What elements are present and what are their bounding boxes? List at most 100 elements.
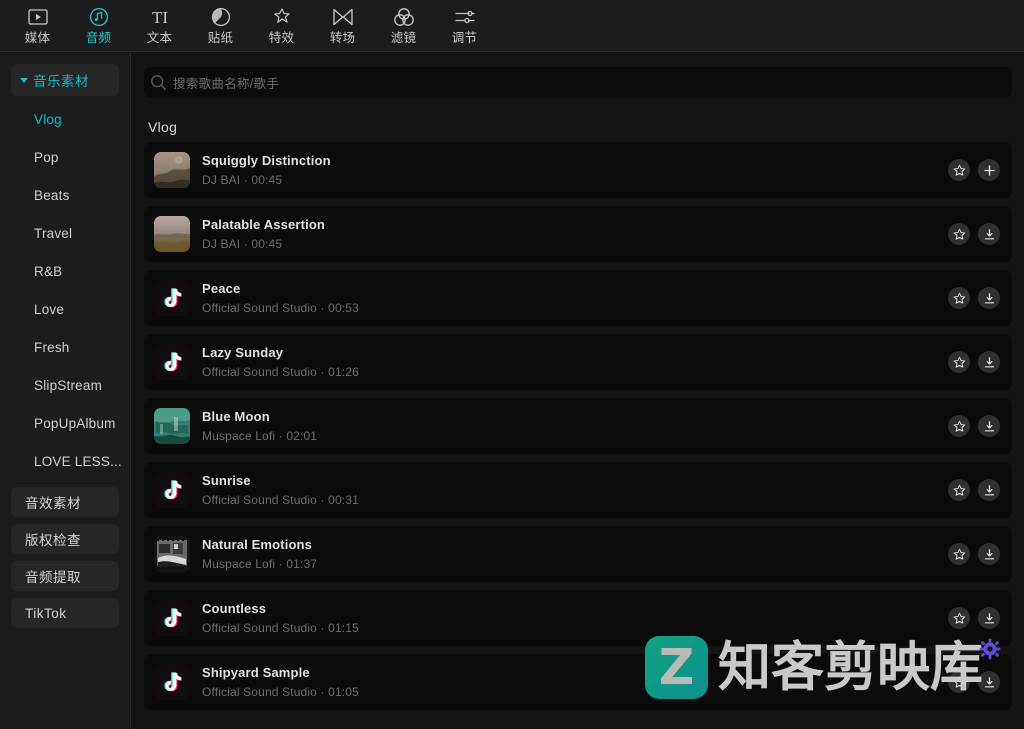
sidebar-item-love-less[interactable]: LOVE LESS... (0, 442, 130, 480)
star-icon[interactable] (948, 607, 970, 629)
track-subtitle: Official Sound Studio · 00:31 (202, 493, 359, 507)
sidebar-button-label: 音效素材 (25, 496, 81, 511)
track-subtitle: Official Sound Studio · 00:53 (202, 301, 359, 315)
table-row[interactable]: Squiggly Distinction DJ BAI · 00:45 (144, 142, 1012, 198)
tab-adjust[interactable]: 调节 (434, 0, 495, 52)
track-title: Natural Emotions (202, 537, 313, 552)
star-icon[interactable] (948, 479, 970, 501)
tab-audio-label: 音频 (85, 30, 112, 45)
star-icon[interactable] (948, 287, 970, 309)
sidebar-button-label: 版权检查 (25, 533, 81, 548)
vertical-scrollbar[interactable] (1019, 53, 1024, 729)
download-icon[interactable] (978, 543, 1000, 565)
track-title: Countless (202, 601, 267, 616)
sidebar-item-beats[interactable]: Beats (0, 176, 130, 214)
sidebar-item-travel[interactable]: Travel (0, 214, 130, 252)
sidebar-item-label: Beats (34, 187, 70, 203)
track-subtitle: Muspace Lofi · 02:01 (202, 429, 318, 443)
star-icon[interactable] (948, 351, 970, 373)
star-icon[interactable] (948, 543, 970, 565)
audio-note-icon (89, 7, 109, 28)
tab-text[interactable]: TI 文本 (129, 0, 190, 52)
star-icon[interactable] (948, 671, 970, 693)
track-subtitle: Official Sound Studio · 01:15 (202, 621, 359, 635)
track-subtitle: Official Sound Studio · 01:05 (202, 685, 359, 699)
track-meta: Sunrise Official Sound Studio · 00:31 (202, 473, 359, 507)
row-actions (948, 270, 1000, 326)
tab-media[interactable]: 媒体 (7, 0, 68, 52)
sidebar-button-label: TikTok (25, 605, 67, 621)
transition-bowtie-icon (332, 7, 354, 28)
sidebar-item-love[interactable]: Love (0, 290, 130, 328)
editor-window: 媒体 音频 TI 文本 贴纸 特效 转场 滤镜 调节 音乐素材 Vlog Pop… (0, 0, 1024, 729)
table-row[interactable]: Palatable Assertion DJ BAI · 00:45 (144, 206, 1012, 262)
filter-circles-icon (393, 7, 415, 28)
download-icon[interactable] (978, 671, 1000, 693)
track-meta: Blue Moon Muspace Lofi · 02:01 (202, 409, 317, 443)
tab-transition-label: 转场 (329, 30, 356, 45)
sticker-circle-icon (211, 7, 231, 28)
search-icon (150, 74, 167, 91)
tab-audio[interactable]: 音频 (68, 0, 129, 52)
sidebar-item-slipstream[interactable]: SlipStream (0, 366, 130, 404)
download-icon[interactable] (978, 479, 1000, 501)
sidebar-button-sound-effects[interactable]: 音效素材 (11, 487, 119, 517)
sidebar-item-vlog[interactable]: Vlog (0, 100, 130, 138)
table-row[interactable]: Countless Official Sound Studio · 01:15 (144, 590, 1012, 646)
text-ti-icon: TI (147, 7, 173, 28)
sidebar-group-label: 音乐素材 (33, 74, 89, 89)
row-actions (948, 206, 1000, 262)
sidebar-button-label: 音频提取 (25, 570, 81, 585)
row-actions (948, 142, 1000, 198)
download-icon[interactable] (978, 287, 1000, 309)
sidebar-button-copyright-check[interactable]: 版权检查 (11, 524, 119, 554)
track-meta: Shipyard Sample Official Sound Studio · … (202, 665, 359, 699)
sidebar-item-label: SlipStream (34, 377, 103, 393)
table-row[interactable]: Sunrise Official Sound Studio · 00:31 (144, 462, 1012, 518)
track-meta: Countless Official Sound Studio · 01:15 (202, 601, 359, 635)
sidebar-group-music-library[interactable]: 音乐素材 (11, 64, 119, 96)
table-row[interactable]: Shipyard Sample Official Sound Studio · … (144, 654, 1012, 710)
star-icon[interactable] (948, 415, 970, 437)
download-icon[interactable] (978, 351, 1000, 373)
track-subtitle: DJ BAI · 00:45 (202, 173, 283, 187)
table-row[interactable]: Peace Official Sound Studio · 00:53 (144, 270, 1012, 326)
download-icon[interactable] (978, 223, 1000, 245)
table-row[interactable]: Blue Moon Muspace Lofi · 02:01 (144, 398, 1012, 454)
sidebar-button-audio-extract[interactable]: 音频提取 (11, 561, 119, 591)
sidebar-item-label: Fresh (34, 339, 70, 355)
search-input[interactable]: 搜索歌曲名称/歌手 (144, 67, 1012, 97)
star-icon[interactable] (948, 223, 970, 245)
tab-sticker[interactable]: 贴纸 (190, 0, 251, 52)
sidebar-item-label: Travel (34, 225, 73, 241)
tab-effects[interactable]: 特效 (251, 0, 312, 52)
track-meta: Peace Official Sound Studio · 00:53 (202, 281, 359, 315)
sidebar-item-label: Pop (34, 149, 59, 165)
media-play-frame-icon (27, 7, 48, 28)
tab-filter[interactable]: 滤镜 (373, 0, 434, 52)
sidebar-item-rnb[interactable]: R&B (0, 252, 130, 290)
table-row[interactable]: Natural Emotions Muspace Lofi · 01:37 (144, 526, 1012, 582)
track-list: Squiggly Distinction DJ BAI · 00:45 Pala… (132, 142, 1024, 710)
star-icon[interactable] (948, 159, 970, 181)
plus-icon[interactable] (978, 159, 1000, 181)
sidebar-item-label: Vlog (34, 111, 62, 127)
track-title: Blue Moon (202, 409, 270, 424)
sidebar-item-popupalbum[interactable]: PopUpAlbum (0, 404, 130, 442)
track-meta: Palatable Assertion DJ BAI · 00:45 (202, 217, 325, 251)
table-row[interactable]: Lazy Sunday Official Sound Studio · 01:2… (144, 334, 1012, 390)
download-icon[interactable] (978, 415, 1000, 437)
sidebar-item-pop[interactable]: Pop (0, 138, 130, 176)
desert-painting-thumb (154, 216, 190, 252)
tiktok-note-thumb (154, 344, 190, 380)
row-actions (948, 526, 1000, 582)
track-title: Peace (202, 281, 241, 296)
sidebar-button-tiktok[interactable]: TikTok (11, 598, 119, 628)
row-actions (948, 398, 1000, 454)
download-icon[interactable] (978, 607, 1000, 629)
sidebar-item-fresh[interactable]: Fresh (0, 328, 130, 366)
search-area: 搜索歌曲名称/歌手 (132, 53, 1024, 97)
tab-transition[interactable]: 转场 (312, 0, 373, 52)
tab-effects-label: 特效 (268, 30, 295, 45)
music-browser-panel: 搜索歌曲名称/歌手 Vlog Squiggly Distinction DJ B… (132, 53, 1024, 729)
